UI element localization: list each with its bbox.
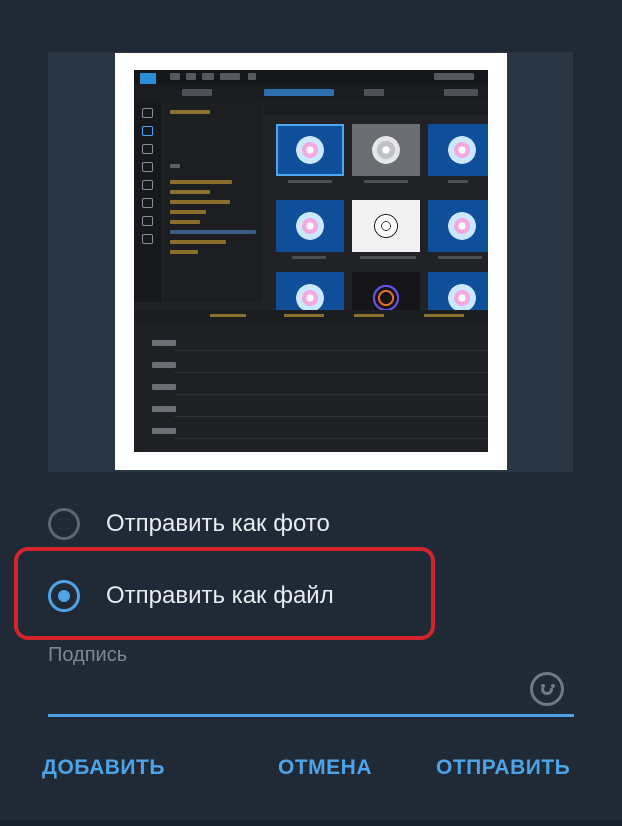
video-editor-screenshot: [134, 70, 488, 452]
option-send-as-file[interactable]: Отправить как файл: [48, 578, 448, 618]
effects-thumbnail-grid: [270, 120, 488, 324]
caption-input-underline: [48, 714, 574, 717]
emoji-icon[interactable]: [530, 672, 564, 706]
effects-search-bar: [264, 103, 488, 115]
send-as-file-label: Отправить как файл: [106, 582, 334, 609]
send-button[interactable]: ОТПРАВИТЬ: [436, 756, 570, 780]
editor-sidebar: [134, 102, 162, 302]
timeline-ruler: [134, 310, 488, 322]
dialog-bottom-edge: [0, 820, 622, 826]
add-button[interactable]: ДОБАВИТЬ: [42, 756, 165, 780]
radio-send-as-file[interactable]: [48, 580, 80, 612]
radio-send-as-photo[interactable]: [48, 508, 80, 540]
editor-menubar: [134, 70, 488, 84]
attached-image-preview: [115, 53, 507, 470]
editor-timeline: [134, 322, 488, 452]
option-send-as-photo[interactable]: Отправить как фото: [48, 506, 448, 546]
cancel-button[interactable]: ОТМЕНА: [278, 756, 372, 780]
effects-category-list: [164, 102, 262, 302]
caption-input-placeholder[interactable]: Подпись: [48, 644, 127, 667]
editor-mode-tabs: [134, 84, 488, 102]
send-as-photo-label: Отправить как фото: [106, 510, 330, 537]
app-logo-icon: [140, 73, 156, 84]
